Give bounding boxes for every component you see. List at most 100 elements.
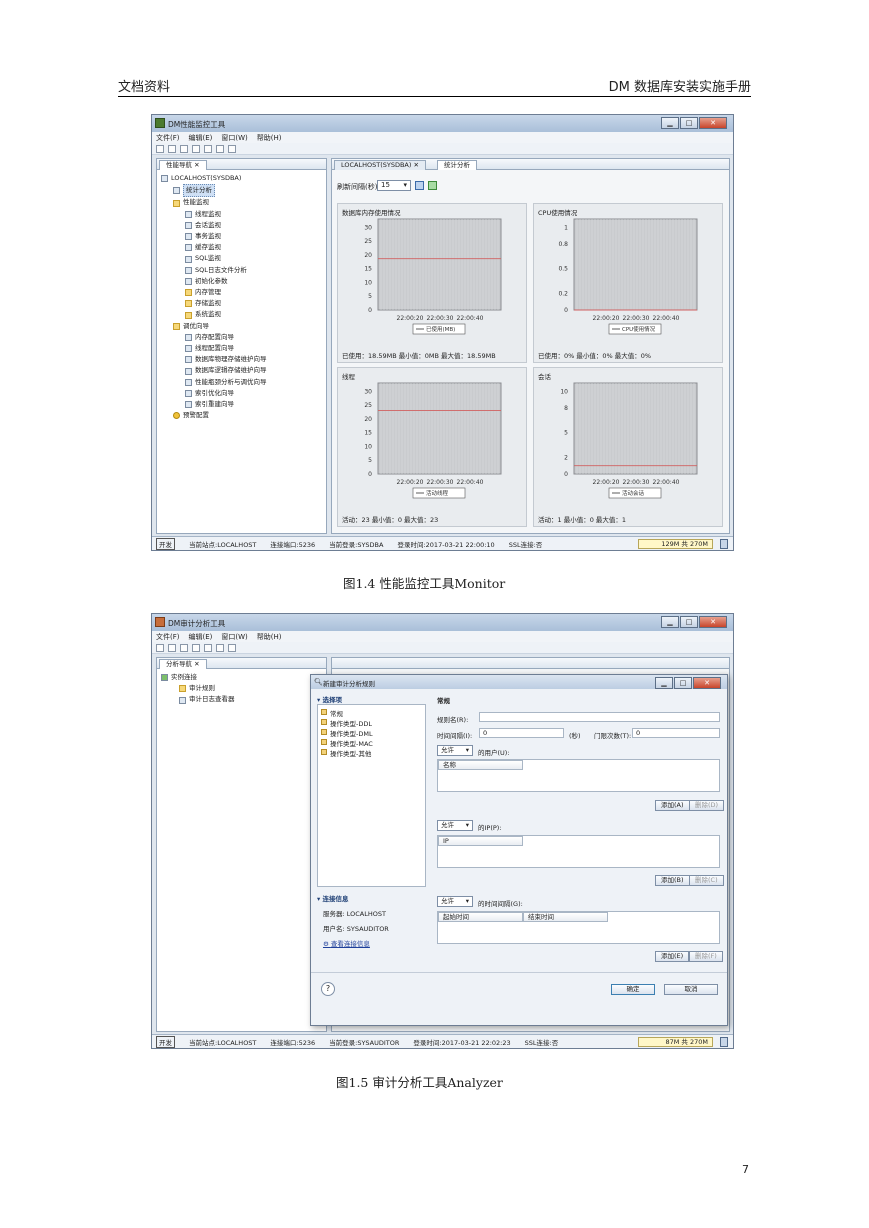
gc-trash-icon[interactable] (720, 1037, 728, 1047)
time-allow-select[interactable]: 允许 (437, 896, 473, 907)
redo-icon[interactable] (192, 144, 200, 153)
option-dml[interactable]: 操作类型-DML (321, 728, 373, 738)
ip-allow-select[interactable]: 允许 (437, 820, 473, 831)
status-open-box[interactable]: 开发 (156, 1035, 175, 1048)
refresh-interval-select[interactable]: 15 (377, 180, 411, 191)
add-time-button[interactable]: 添加(E) (655, 951, 690, 962)
tree-item[interactable]: 系统监视 (161, 309, 267, 320)
folder-icon (185, 300, 192, 308)
redo-icon[interactable] (192, 643, 200, 652)
tree-item[interactable]: 缓存监视 (161, 242, 267, 253)
option-general[interactable]: 常规 (321, 708, 343, 718)
tab-analysis-nav[interactable]: 分析导航 ✕ (159, 659, 207, 669)
paste-icon[interactable] (228, 643, 236, 652)
tree-item[interactable]: 初始化参数 (161, 276, 267, 287)
menu-help[interactable]: 帮助(H) (257, 632, 282, 642)
paste-icon[interactable] (228, 144, 236, 153)
dialog-minimize-button[interactable]: ▁ (655, 677, 673, 689)
add-ip-button[interactable]: 添加(B) (655, 875, 690, 886)
tree-item[interactable]: 索引优化向导 (161, 388, 267, 399)
menu-file[interactable]: 文件(F) (156, 632, 180, 642)
new-icon[interactable] (156, 144, 164, 153)
delete-user-button[interactable]: 删除(D) (689, 800, 725, 811)
tree-item[interactable]: 线程监视 (161, 209, 267, 220)
close-button[interactable]: ✕ (699, 117, 727, 129)
log-viewer-icon (179, 696, 186, 704)
user-allow-select[interactable]: 允许 (437, 745, 473, 756)
tree-item[interactable]: 性能瓶颈分析与调优向导 (161, 377, 267, 388)
tab-localhost[interactable]: LOCALHOST(SYSDBA) ✕ (334, 160, 426, 170)
start-time-column-header[interactable]: 起始时间 (438, 912, 523, 922)
ok-button[interactable]: 确定 (611, 984, 655, 995)
tree-item[interactable]: 调优向导 (161, 321, 267, 332)
y-tick-label: 0.2 (558, 290, 568, 297)
copy-icon[interactable] (216, 144, 224, 153)
undo-icon[interactable] (180, 643, 188, 652)
new-icon[interactable] (156, 643, 164, 652)
auto-refresh-icon[interactable] (428, 181, 437, 190)
tab-statistics[interactable]: 统计分析 (437, 160, 477, 170)
tree-item[interactable]: SQL日志文件分析 (161, 265, 267, 276)
tree-item[interactable]: 存储监视 (161, 298, 267, 309)
save-icon[interactable] (168, 144, 176, 153)
tree-item[interactable]: 内存配置向导 (161, 332, 267, 343)
tree-item[interactable]: 性能监视 (161, 197, 267, 208)
monitor-window-title: DM性能监控工具 (168, 120, 226, 129)
view-conn-link[interactable]: ⚙︎ 查看连接信息 (323, 938, 370, 948)
menu-file[interactable]: 文件(F) (156, 133, 180, 143)
menu-edit[interactable]: 编辑(E) (189, 133, 213, 143)
save-icon[interactable] (168, 643, 176, 652)
option-ddl[interactable]: 操作类型-DDL (321, 718, 372, 728)
tree-item[interactable]: 会话监视 (161, 220, 267, 231)
close-button[interactable]: ✕ (699, 616, 727, 628)
tree-item-instance[interactable]: 实例连接 (161, 672, 235, 683)
tree-item[interactable]: 预警配置 (161, 410, 267, 421)
delete-time-button[interactable]: 删除(F) (689, 951, 723, 962)
cut-icon[interactable] (204, 643, 212, 652)
undo-icon[interactable] (180, 144, 188, 153)
tree-item[interactable]: 事务监视 (161, 231, 267, 242)
rule-name-input[interactable] (479, 712, 720, 722)
tree-item[interactable]: SQL监视 (161, 253, 267, 264)
tree-item[interactable]: LOCALHOST(SYSDBA) (161, 173, 267, 184)
gc-trash-icon[interactable] (720, 539, 728, 549)
maximize-button[interactable]: □ (680, 616, 698, 628)
user-name-column-header[interactable]: 名称 (438, 760, 523, 770)
tree-item[interactable]: 线程配置向导 (161, 343, 267, 354)
menu-help[interactable]: 帮助(H) (257, 133, 282, 143)
tree-item[interactable]: 内存管理 (161, 287, 267, 298)
menu-window[interactable]: 窗口(W) (221, 632, 247, 642)
tree-item[interactable]: 统计分析 (161, 184, 267, 198)
add-user-button[interactable]: 添加(A) (655, 800, 690, 811)
tab-perf-nav[interactable]: 性能导航 ✕ (159, 160, 207, 170)
cut-icon[interactable] (204, 144, 212, 153)
maximize-button[interactable]: □ (680, 117, 698, 129)
dialog-close-button[interactable]: ✕ (693, 677, 721, 689)
help-icon[interactable]: ? (321, 982, 335, 996)
select-section-title[interactable]: ▾ 选择项 (317, 694, 342, 704)
dialog-maximize-button[interactable]: □ (674, 677, 692, 689)
ip-column-header[interactable]: IP (438, 836, 523, 846)
minimize-button[interactable]: ▁ (661, 616, 679, 628)
menu-window[interactable]: 窗口(W) (221, 133, 247, 143)
option-other[interactable]: 操作类型-其他 (321, 748, 371, 758)
cancel-button[interactable]: 取消 (664, 984, 718, 995)
memory-indicator[interactable]: 129M 共 270M (638, 539, 713, 549)
refresh-icon[interactable] (415, 181, 424, 190)
memory-indicator[interactable]: 87M 共 270M (638, 1037, 713, 1047)
interval-input[interactable]: 0 (479, 728, 564, 738)
minimize-button[interactable]: ▁ (661, 117, 679, 129)
copy-icon[interactable] (216, 643, 224, 652)
status-open-box[interactable]: 开发 (156, 537, 175, 550)
end-time-column-header[interactable]: 结束时间 (523, 912, 608, 922)
menu-edit[interactable]: 编辑(E) (189, 632, 213, 642)
threshold-input[interactable]: 0 (632, 728, 720, 738)
tree-item[interactable]: 数据库物理存储维护向导 (161, 354, 267, 365)
conn-section-title[interactable]: ▾ 连接信息 (317, 893, 349, 903)
delete-ip-button[interactable]: 删除(C) (689, 875, 724, 886)
tree-item[interactable]: 索引重建向导 (161, 399, 267, 410)
tree-item[interactable]: 数据库逻辑存储维护向导 (161, 365, 267, 376)
tree-item-audit-rules[interactable]: 审计规则 (161, 683, 235, 694)
option-mac[interactable]: 操作类型-MAC (321, 738, 373, 748)
tree-item-log-viewer[interactable]: 审计日志查看器 (161, 694, 235, 705)
